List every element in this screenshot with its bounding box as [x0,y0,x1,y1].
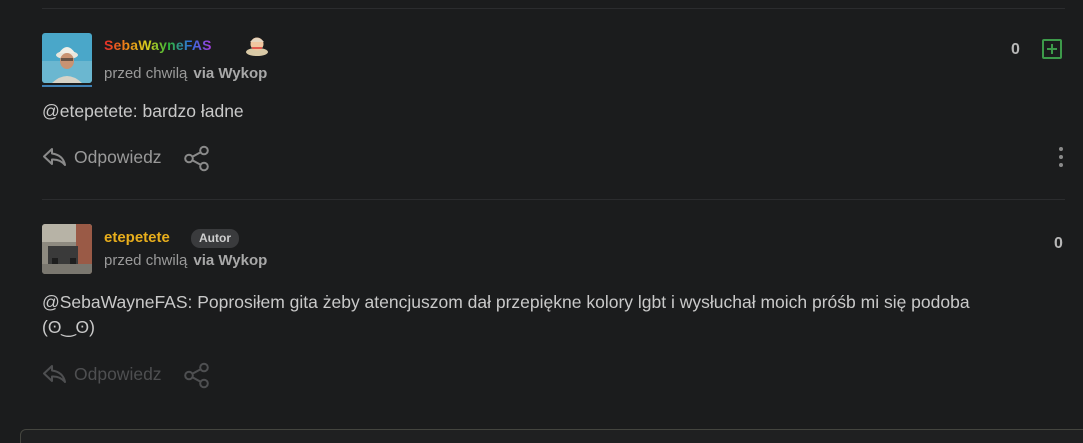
reply-button[interactable]: Odpowiedz [41,363,162,385]
more-options-icon[interactable] [1058,147,1064,169]
share-icon[interactable] [183,145,211,172]
avatar-sebawaynefas[interactable] [42,33,92,83]
reply-label: Odpowiedz [74,146,162,167]
comment-body: @etepetete: bardzo ładne [42,99,244,124]
comment-meta: przed chwilą via Wykop [104,65,267,82]
mention-link[interactable]: @etepetete [42,101,133,121]
top-divider [42,8,1065,9]
user-badge-icon [244,33,270,57]
comment-composer[interactable] [20,429,1083,443]
avatar-etepetete[interactable] [42,224,92,274]
comment-meta: przed chwilą via Wykop [104,252,267,269]
reply-button[interactable]: Odpowiedz [41,146,162,168]
mention-link[interactable]: @SebaWayneFAS [42,292,188,312]
comment-text: : Poprosiłem gita żeby atencjuszom dał p… [187,292,970,312]
timestamp: przed chwilą [104,65,188,82]
reply-icon [43,148,66,166]
reply-icon [43,365,66,383]
username-link[interactable]: etepetete [104,229,170,246]
comment-body: @SebaWayneFAS: Poprosiłem gita żeby aten… [42,290,1052,340]
comments-page: SebaWayneFAS przed chwilą via Wykop 0 @et… [0,0,1083,443]
comment-emoticon: (ʘ‿ʘ) [42,317,95,337]
share-icon[interactable] [183,362,211,389]
source-link[interactable]: via Wykop [193,252,267,269]
vote-count: 0 [1054,235,1063,252]
vote-count: 0 [1011,41,1020,58]
author-badge: Autor [191,229,239,248]
source-link[interactable]: via Wykop [193,65,267,82]
reply-label: Odpowiedz [74,363,162,384]
username-link[interactable]: SebaWayneFAS [104,37,212,53]
timestamp: przed chwilą [104,252,188,269]
comment-divider [42,199,1065,200]
avatar-online-indicator [42,85,92,87]
comment-text: : bardzo ładne [132,101,244,121]
upvote-button[interactable] [1042,39,1062,59]
